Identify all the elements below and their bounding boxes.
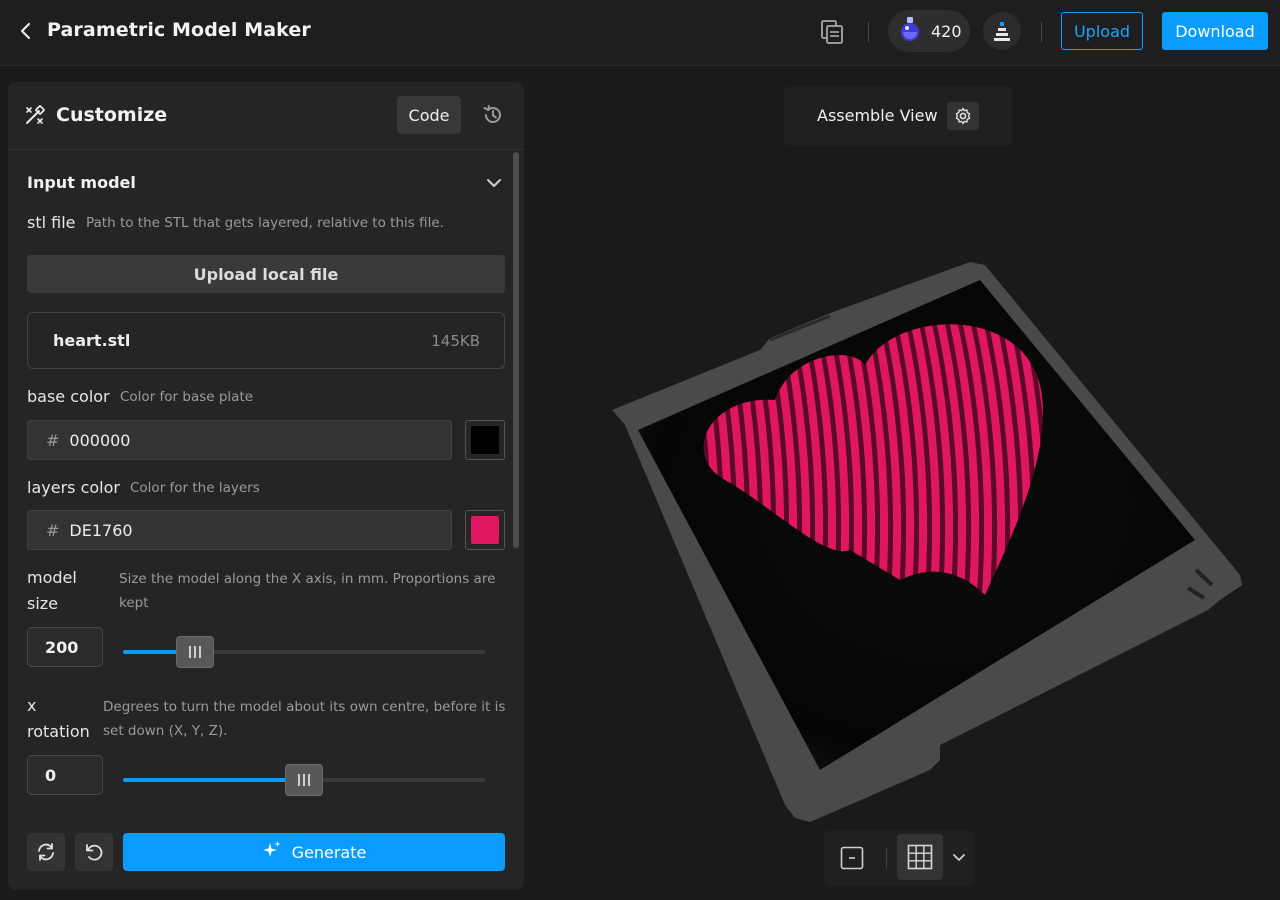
panel-footer: Generate: [8, 820, 524, 890]
chevron-down-icon[interactable]: [484, 173, 504, 193]
upload-button[interactable]: Upload: [1061, 12, 1143, 50]
x-rotation-label-2: rotation: [27, 722, 90, 741]
base-color-value: 000000: [69, 430, 131, 450]
base-color-swatch-fill: [471, 426, 499, 454]
avatar[interactable]: [983, 12, 1021, 50]
base-color-field[interactable]: # 000000: [27, 420, 452, 460]
customize-panel: Customize Code Input model stl file Path…: [8, 82, 524, 890]
view-controls-bar: [824, 830, 974, 886]
x-rotation-hint-2: set down (X, Y, Z).: [103, 723, 228, 739]
app-title: Parametric Model Maker: [47, 19, 311, 41]
x-rotation-input[interactable]: 0: [27, 755, 103, 795]
layers-color-swatch[interactable]: [465, 510, 505, 550]
selected-file[interactable]: heart.stl 145KB: [27, 312, 505, 369]
layers-color-label: layers color: [27, 478, 120, 497]
history-icon[interactable]: [478, 100, 508, 130]
section-title: Input model: [27, 173, 136, 192]
back-arrow-icon[interactable]: [14, 19, 38, 43]
x-rotation-hint: Degrees to turn the model about its own …: [103, 699, 506, 715]
slider-handle[interactable]: [176, 636, 215, 668]
model-size-hint: Size the model along the X axis, in mm. …: [119, 571, 496, 587]
slider-fill: [123, 778, 304, 782]
panel-scrollbar[interactable]: [513, 152, 519, 548]
generate-button[interactable]: Generate: [123, 833, 505, 871]
model-size-slider[interactable]: [123, 632, 485, 672]
file-size: 145KB: [431, 332, 480, 350]
layers-color-value: DE1760: [69, 520, 133, 540]
file-name: heart.stl: [53, 331, 131, 350]
credits-count: 420: [931, 21, 962, 41]
code-button[interactable]: Code: [397, 96, 461, 134]
toolbar-divider: [1041, 22, 1042, 42]
view-divider: [886, 848, 887, 868]
chevron-down-icon[interactable]: [950, 848, 968, 866]
grid-icon[interactable]: [897, 834, 943, 880]
gear-icon[interactable]: [947, 102, 979, 130]
download-button[interactable]: Download: [1162, 12, 1268, 50]
potion-icon: [898, 16, 922, 46]
base-color-label: base color: [27, 387, 110, 406]
model-size-label-2: size: [27, 594, 59, 613]
base-color-swatch[interactable]: [465, 420, 505, 460]
panel-header: Customize Code: [8, 82, 524, 150]
stl-file-label: stl file: [27, 213, 76, 232]
x-rotation-label: x: [27, 696, 37, 715]
refresh-icon[interactable]: [27, 833, 65, 871]
layers-color-hint: Color for the layers: [130, 480, 260, 496]
model-size-label: model: [27, 568, 77, 587]
hash-symbol: #: [46, 520, 60, 540]
stl-file-hint: Path to the STL that gets layered, relat…: [86, 215, 444, 231]
generate-label: Generate: [291, 842, 367, 862]
assemble-view-bar: Assemble View: [784, 86, 1012, 146]
sparkles-icon: [262, 840, 282, 864]
model-size-hint-2: kept: [119, 595, 149, 611]
model-viewport[interactable]: [600, 250, 1260, 830]
undo-icon[interactable]: [75, 833, 113, 871]
panel-title: Customize: [56, 104, 168, 126]
assemble-view-label[interactable]: Assemble View: [817, 106, 938, 125]
layers-color-field[interactable]: # DE1760: [27, 510, 452, 550]
upload-local-file-button[interactable]: Upload local file: [27, 255, 505, 293]
x-rotation-slider[interactable]: [123, 760, 485, 800]
model-size-input[interactable]: 200: [27, 627, 103, 667]
documents-icon[interactable]: [816, 16, 848, 48]
credits-badge[interactable]: 420: [888, 10, 970, 52]
layers-color-swatch-fill: [471, 516, 499, 544]
toolbar-divider: [868, 22, 869, 42]
base-color-hint: Color for base plate: [120, 389, 254, 405]
top-bar: Parametric Model Maker 420 Upload Downlo…: [0, 0, 1280, 66]
hash-symbol: #: [46, 430, 60, 450]
customize-icon: [24, 104, 46, 126]
slider-handle[interactable]: [285, 764, 323, 796]
orthographic-view-icon[interactable]: [838, 844, 866, 872]
